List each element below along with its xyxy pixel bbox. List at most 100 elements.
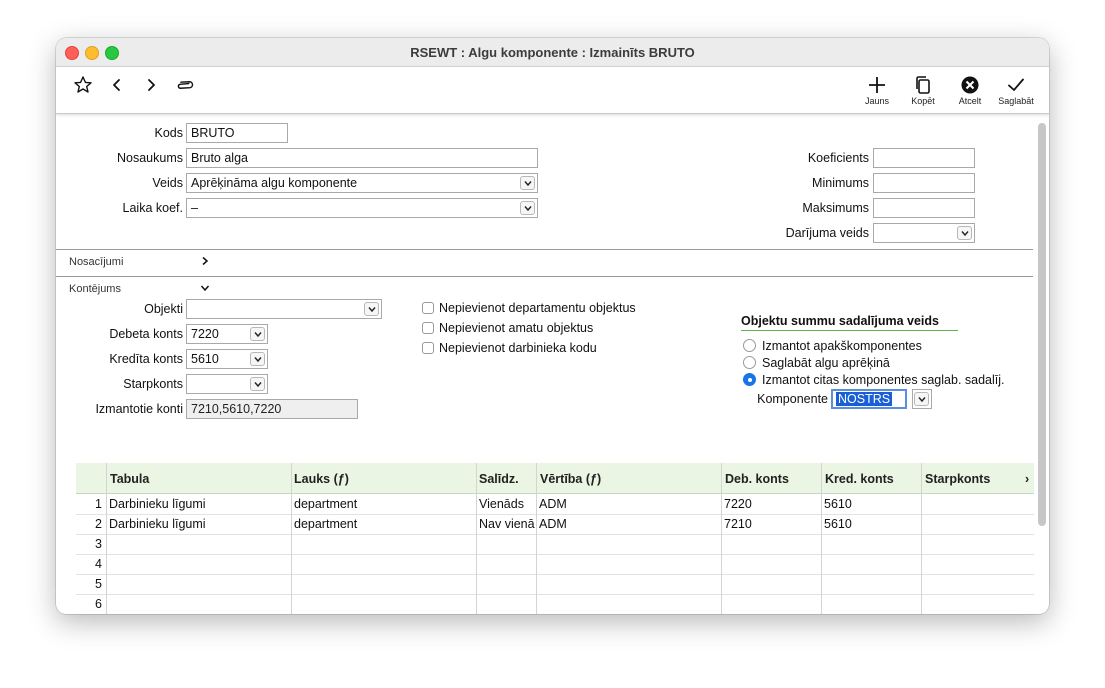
darijuma-veids-select[interactable]	[873, 223, 975, 243]
table-cell-vertiba[interactable]: ADM	[539, 517, 719, 531]
row-number: 2	[95, 517, 102, 531]
nepievienot-departamentu-checkbox[interactable]	[422, 302, 434, 314]
kredita-konts-select[interactable]: 5610	[186, 349, 268, 369]
table-cell-salidz[interactable]: Nav vienā	[479, 517, 535, 531]
table-cell-deb[interactable]: 7220	[724, 497, 819, 511]
app-window: RSEWT : Algu komponente : Izmainīts BRUT…	[56, 38, 1049, 614]
table-row[interactable]: 4	[76, 554, 1034, 575]
col-header-deb-konts[interactable]: Deb. konts	[725, 472, 789, 486]
izmantotie-konti-field: 7210,5610,7220	[186, 399, 358, 419]
forward-chevron-icon[interactable]	[141, 75, 161, 95]
back-chevron-icon[interactable]	[107, 75, 127, 95]
rules-table: Tabula Lauks (ƒ) Salīdz. Vērtība (ƒ) Deb…	[76, 463, 1034, 614]
table-row[interactable]: 5	[76, 574, 1034, 595]
row-number: 4	[95, 557, 102, 571]
row-number: 3	[95, 537, 102, 551]
darijuma-veids-label: Darījuma veids	[785, 226, 869, 240]
nepievienot-darbinieka-kodu-label[interactable]: Nepievienot darbinieka kodu	[439, 341, 597, 355]
radio-izmantot-apakskomponentes[interactable]	[743, 339, 756, 352]
table-cell-lauks[interactable]: department	[294, 517, 474, 531]
komponente-dropdown-button[interactable]	[914, 392, 929, 406]
starpkonts-dropdown-button[interactable]	[250, 377, 265, 391]
save-button[interactable]: Saglabāt	[996, 75, 1036, 106]
table-row[interactable]: 6	[76, 594, 1034, 614]
row-number: 6	[95, 597, 102, 611]
radio-izmantot-citas-komponentes[interactable]	[743, 373, 756, 386]
radio-saglabat-algu-aprekina-label[interactable]: Saglabāt algu aprēķinā	[762, 356, 890, 370]
section-divider	[56, 276, 1033, 277]
radio-izmantot-citas-komponentes-label[interactable]: Izmantot citas komponentes saglab. sadal…	[762, 373, 1005, 387]
izmantotie-konti-label: Izmantotie konti	[95, 402, 183, 416]
debeta-konts-dropdown-button[interactable]	[250, 327, 265, 341]
nepievienot-amatu-label[interactable]: Nepievienot amatu objektus	[439, 321, 593, 335]
radio-saglabat-algu-aprekina[interactable]	[743, 356, 756, 369]
nepievienot-departamentu-label[interactable]: Nepievienot departamentu objektus	[439, 301, 636, 315]
table-cell-lauks[interactable]: department	[294, 497, 474, 511]
kredita-konts-dropdown-button[interactable]	[250, 352, 265, 366]
objekti-select[interactable]	[186, 299, 382, 319]
col-header-lauks[interactable]: Lauks (ƒ)	[294, 472, 349, 486]
table-cell-vertiba[interactable]: ADM	[539, 497, 719, 511]
table-cell-deb[interactable]: 7210	[724, 517, 819, 531]
cancel-label: Atcelt	[958, 96, 982, 106]
group-underline	[741, 330, 958, 331]
col-header-tabula[interactable]: Tabula	[110, 472, 149, 486]
star-icon[interactable]	[73, 75, 93, 95]
col-header-vertiba[interactable]: Vērtība (ƒ)	[540, 472, 601, 486]
maksimums-label: Maksimums	[802, 201, 869, 215]
veids-select[interactable]: Aprēķināma algu komponente	[186, 173, 538, 193]
col-header-starpkonts[interactable]: Starpkonts	[925, 472, 990, 486]
maksimums-field[interactable]	[873, 198, 975, 218]
cancel-button[interactable]: Atcelt	[950, 75, 990, 106]
minimums-field[interactable]	[873, 173, 975, 193]
kredita-konts-value: 5610	[191, 352, 219, 366]
debeta-konts-select[interactable]: 7220	[186, 324, 268, 344]
komponente-dropdown[interactable]	[912, 389, 932, 409]
col-header-salidz[interactable]: Salīdz.	[479, 472, 519, 486]
table-cell-salidz[interactable]: Vienāds	[479, 497, 535, 511]
laika-koef-dropdown-button[interactable]	[520, 201, 535, 215]
form-content: Kods BRUTO Nosaukums Bruto alga Veids Ap…	[56, 123, 1049, 614]
nosacijumi-section-label[interactable]: Nosacījumi	[69, 256, 123, 268]
nepievienot-darbinieka-kodu-checkbox[interactable]	[422, 342, 434, 354]
nosaukums-label: Nosaukums	[117, 151, 183, 165]
debeta-konts-label: Debeta konts	[109, 327, 183, 341]
objekti-dropdown-button[interactable]	[364, 302, 379, 316]
checkmark-icon	[1008, 78, 1024, 91]
koeficients-field[interactable]	[873, 148, 975, 168]
radio-izmantot-apakskomponentes-label[interactable]: Izmantot apakškomponentes	[762, 339, 922, 353]
koeficients-label: Koeficients	[807, 151, 869, 165]
chevron-right-icon[interactable]	[200, 256, 210, 266]
toolbar: Jauns Kopēt Atcelt Saglabāt	[56, 67, 1049, 114]
table-cell-tabula[interactable]: Darbinieku līgumi	[109, 517, 289, 531]
kontejums-section-label[interactable]: Kontējums	[69, 283, 121, 295]
chevron-down-icon	[254, 382, 262, 388]
col-header-kred-konts[interactable]: Kred. konts	[825, 472, 894, 486]
copy-button[interactable]: Kopēt	[903, 75, 943, 106]
copy-label: Kopēt	[911, 96, 935, 106]
save-label: Saglabāt	[998, 96, 1034, 106]
table-row[interactable]: 3	[76, 534, 1034, 555]
minimums-label: Minimums	[812, 176, 869, 190]
veids-dropdown-button[interactable]	[520, 176, 535, 190]
starpkonts-label: Starpkonts	[123, 377, 183, 391]
new-button[interactable]: Jauns	[857, 75, 897, 106]
table-row[interactable]: 2 Darbinieku līgumi department Nav vienā ADM…	[76, 514, 1034, 535]
laika-koef-select[interactable]: –	[186, 198, 538, 218]
chevron-down-icon	[254, 357, 262, 363]
table-cell-kred[interactable]: 5610	[824, 497, 919, 511]
chevron-down-icon[interactable]	[200, 283, 210, 293]
nepievienot-amatu-checkbox[interactable]	[422, 322, 434, 334]
nosaukums-field[interactable]: Bruto alga	[186, 148, 538, 168]
paperclip-icon[interactable]	[175, 75, 195, 95]
table-row[interactable]: 1 Darbinieku līgumi department Vienāds ADM 72…	[76, 494, 1034, 515]
more-columns-chevron-icon[interactable]: ›	[1025, 472, 1029, 486]
komponente-field[interactable]: NOSTRS	[831, 389, 907, 409]
darijuma-veids-dropdown-button[interactable]	[957, 226, 972, 240]
chevron-down-icon	[524, 181, 532, 187]
starpkonts-select[interactable]	[186, 374, 268, 394]
table-cell-kred[interactable]: 5610	[824, 517, 919, 531]
kods-field[interactable]: BRUTO	[186, 123, 288, 143]
vertical-scrollbar[interactable]	[1038, 123, 1046, 526]
table-cell-tabula[interactable]: Darbinieku līgumi	[109, 497, 289, 511]
